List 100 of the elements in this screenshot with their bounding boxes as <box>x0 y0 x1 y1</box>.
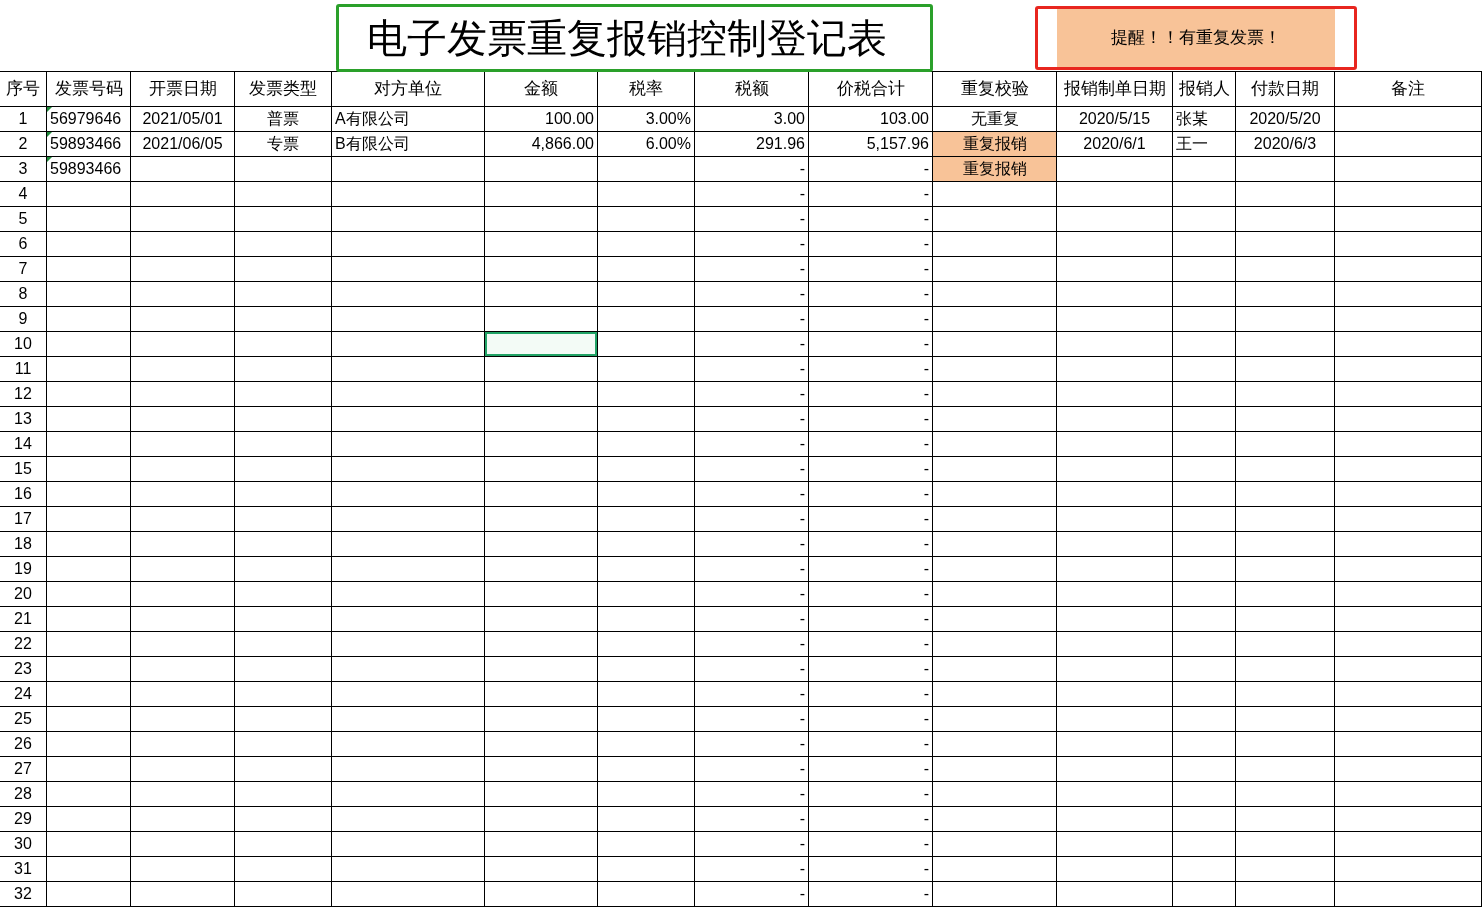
table-cell: 1 <box>0 107 47 132</box>
table-cell: - <box>809 807 933 832</box>
table-cell: - <box>695 407 809 432</box>
selected-cell[interactable] <box>485 332 598 357</box>
table-cell: 2020/6/3 <box>1236 132 1335 157</box>
table-cell: 17 <box>0 507 47 532</box>
column-header: 价税合计 <box>809 72 933 107</box>
table-cell <box>1173 582 1236 607</box>
table-cell: - <box>809 257 933 282</box>
table-cell <box>1173 657 1236 682</box>
table-cell: 59893466 <box>47 132 131 157</box>
table-cell: - <box>695 707 809 732</box>
sheet-title: 电子发票重复报销控制登记表 <box>336 4 933 72</box>
table-cell <box>1173 532 1236 557</box>
table-cell: - <box>695 332 809 357</box>
table-cell: - <box>695 257 809 282</box>
table-cell: 专票 <box>235 132 332 157</box>
table-cell <box>1173 707 1236 732</box>
table-cell: 12 <box>0 382 47 407</box>
table-cell: - <box>809 682 933 707</box>
table-cell: - <box>809 207 933 232</box>
table-cell: 30 <box>0 832 47 857</box>
table-cell: 普票 <box>235 107 332 132</box>
table-cell <box>1173 507 1236 532</box>
table-cell: - <box>695 232 809 257</box>
table-cell: - <box>695 307 809 332</box>
table-cell: - <box>809 857 933 882</box>
table-cell <box>1173 607 1236 632</box>
table-cell: - <box>695 657 809 682</box>
table-cell: 291.96 <box>695 132 809 157</box>
table-cell: - <box>695 857 809 882</box>
table-cell: 9 <box>0 307 47 332</box>
table-cell: - <box>695 607 809 632</box>
column-header: 报销制单日期 <box>1057 72 1173 107</box>
table-cell: - <box>695 632 809 657</box>
table-cell: 6 <box>0 232 47 257</box>
table-cell <box>1173 332 1236 357</box>
table-cell: - <box>809 782 933 807</box>
table-cell <box>1173 182 1236 207</box>
table-cell: 100.00 <box>485 107 598 132</box>
table-cell <box>1173 257 1236 282</box>
table-cell: 21 <box>0 607 47 632</box>
table-cell <box>1173 732 1236 757</box>
table-cell <box>1173 232 1236 257</box>
table-cell: - <box>809 357 933 382</box>
table-cell: 15 <box>0 457 47 482</box>
table-cell: 3 <box>0 157 47 182</box>
table-cell: B有限公司 <box>332 132 485 157</box>
table-cell <box>1173 882 1236 907</box>
table-cell: - <box>695 582 809 607</box>
table-cell <box>1173 482 1236 507</box>
table-cell: - <box>809 282 933 307</box>
column-header: 对方单位 <box>332 72 485 107</box>
table-cell: 3.00 <box>695 107 809 132</box>
table-cell: 25 <box>0 707 47 732</box>
table-cell: - <box>695 207 809 232</box>
table-cell: - <box>695 832 809 857</box>
cell-flag-icon <box>47 132 52 137</box>
table-cell: - <box>695 507 809 532</box>
table-cell: 7 <box>0 257 47 282</box>
table-cell: - <box>695 557 809 582</box>
table-cell: - <box>809 407 933 432</box>
column-header: 开票日期 <box>131 72 235 107</box>
table-cell: 20 <box>0 582 47 607</box>
table-cell: 10 <box>0 332 47 357</box>
table-cell: 2 <box>0 132 47 157</box>
table-cell: - <box>695 382 809 407</box>
table-cell <box>1173 782 1236 807</box>
table-cell: - <box>809 832 933 857</box>
table-cell <box>1173 282 1236 307</box>
table-cell: 王一 <box>1173 132 1236 157</box>
column-header: 付款日期 <box>1236 72 1335 107</box>
table-cell: - <box>809 557 933 582</box>
column-header: 税率 <box>598 72 695 107</box>
table-cell: - <box>809 532 933 557</box>
table-cell: - <box>809 757 933 782</box>
column-header: 发票号码 <box>47 72 131 107</box>
table-cell: 2020/5/20 <box>1236 107 1335 132</box>
table-cell <box>1173 307 1236 332</box>
table-cell: 2020/5/15 <box>1057 107 1173 132</box>
table-cell: 27 <box>0 757 47 782</box>
table-cell <box>1173 407 1236 432</box>
table-cell <box>1173 682 1236 707</box>
table-cell: - <box>695 457 809 482</box>
table-cell: - <box>695 482 809 507</box>
table-cell <box>1173 757 1236 782</box>
table-cell: - <box>695 882 809 907</box>
check-result-cell: 重复报销 <box>933 132 1057 157</box>
table-cell: - <box>809 482 933 507</box>
column-header: 序号 <box>0 72 47 107</box>
table-cell: 26 <box>0 732 47 757</box>
table-cell <box>1173 432 1236 457</box>
table-cell <box>1173 357 1236 382</box>
table-cell: 32 <box>0 882 47 907</box>
table-cell <box>1173 632 1236 657</box>
table-cell <box>1173 457 1236 482</box>
table-cell: - <box>809 432 933 457</box>
column-header: 发票类型 <box>235 72 332 107</box>
table-cell: 3.00% <box>598 107 695 132</box>
column-header: 报销人 <box>1173 72 1236 107</box>
